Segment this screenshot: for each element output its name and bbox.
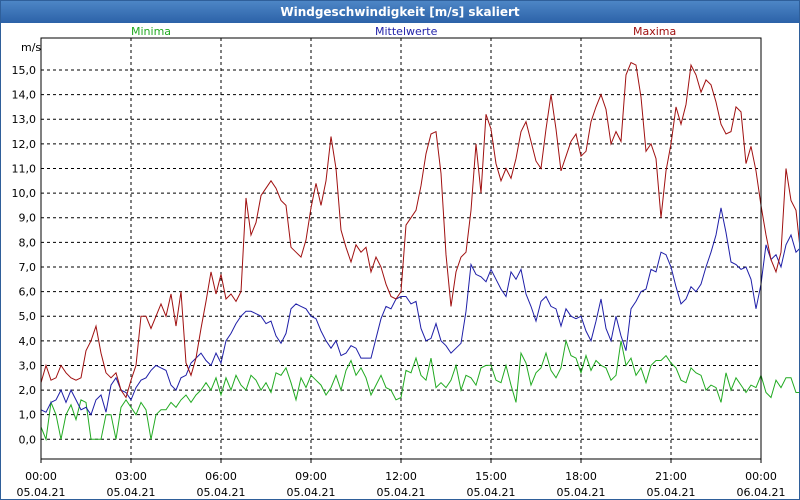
y-axis-label: m/s <box>21 41 41 54</box>
y-tick-label: 9,0 <box>19 212 37 225</box>
x-tick-date: 05.04.21 <box>557 486 606 499</box>
y-tick-label: 15,0 <box>12 64 37 77</box>
x-tick-time: 21:00 <box>655 470 687 483</box>
y-tick-label: 2,0 <box>19 384 37 397</box>
y-tick-label: 8,0 <box>19 236 37 249</box>
x-tick-date: 05.04.21 <box>647 486 696 499</box>
axes: 0,0 1,0 2,0 3,0 4,0 5,0 6,0 7,0 8,0 9,0 10,0 11,0 12… <box>12 37 786 499</box>
y-tick-label: 0,0 <box>19 433 37 446</box>
y-tick-label: 11,0 <box>12 162 37 175</box>
y-tick-label: 7,0 <box>19 261 37 274</box>
x-tick-time: 06:00 <box>205 470 237 483</box>
series-line-maxima <box>40 61 799 399</box>
x-tick-date: 05.04.21 <box>107 486 156 499</box>
x-tick-date: 05.04.21 <box>377 486 426 499</box>
y-tick-label: 3,0 <box>19 359 37 372</box>
y-tick-label: 6,0 <box>19 286 37 299</box>
x-tick-time: 03:00 <box>115 470 147 483</box>
x-tick-date: 05.04.21 <box>287 486 336 499</box>
y-tick-label: 12,0 <box>12 138 37 151</box>
x-tick-date: 05.04.21 <box>17 486 66 499</box>
y-tick-label: 4,0 <box>19 335 37 348</box>
x-tick-time: 18:00 <box>565 470 597 483</box>
y-tick-label: 14,0 <box>12 89 37 102</box>
x-tick-time: 09:00 <box>295 470 327 483</box>
y-tick-label: 10,0 <box>12 187 37 200</box>
x-tick-date: 06.04.21 <box>737 486 786 499</box>
chart-plot: 0,0 1,0 2,0 3,0 4,0 5,0 6,0 7,0 8,0 9,0 10,0 11,0 12… <box>12 37 799 499</box>
chart-window: Windgeschwindigkeit [m/s] skaliert Minim… <box>0 0 800 500</box>
y-tick-label: 1,0 <box>19 409 37 422</box>
x-tick-time: 00:00 <box>25 470 57 483</box>
x-tick-time: 15:00 <box>475 470 507 483</box>
x-tick-date: 05.04.21 <box>197 486 246 499</box>
y-tick-label: 5,0 <box>19 310 37 323</box>
x-tick-time: 12:00 <box>385 470 417 483</box>
series-line-mittelwerte <box>40 207 799 416</box>
x-tick-date: 05.04.21 <box>467 486 516 499</box>
y-tick-label: 13,0 <box>12 113 37 126</box>
x-tick-time: 00:00 <box>745 470 777 483</box>
